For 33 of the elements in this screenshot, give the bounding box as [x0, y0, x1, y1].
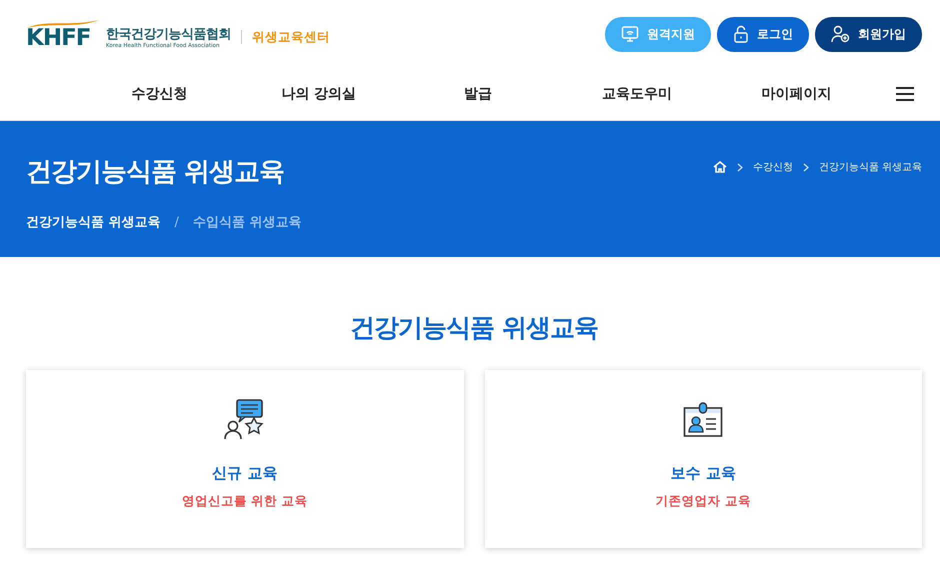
- join-button[interactable]: 회원가입: [815, 16, 922, 52]
- association-name: 한국건강기능식품협회: [106, 26, 231, 42]
- center-name: 위생교육센터: [252, 28, 330, 46]
- section-title: 건강기능식품 위생교육: [349, 312, 599, 344]
- menu-icon[interactable]: [896, 87, 914, 101]
- tab-separator: /: [174, 214, 179, 230]
- person-with-chat-and-star-icon: [224, 399, 266, 441]
- logo-swoosh-icon: [26, 18, 100, 28]
- nav-link[interactable]: 교육도우미: [558, 85, 717, 103]
- logo-mark: KHFF: [26, 26, 90, 50]
- nav-link[interactable]: 발급: [398, 85, 558, 103]
- tab[interactable]: 건강기능식품 위생교육: [26, 213, 161, 231]
- home-icon[interactable]: [712, 161, 727, 173]
- login-button[interactable]: 로그인: [717, 16, 809, 52]
- course-card[interactable]: 보수 교육 기존영업자 교육: [484, 370, 922, 548]
- chevron-icon: [736, 162, 743, 172]
- monitor-icon: [621, 25, 639, 43]
- nav-link[interactable]: 마이페이지: [716, 85, 876, 103]
- card-subtitle: 기존영업자 교육: [656, 493, 751, 510]
- card-subtitle: 영업신고를 위한 교육: [182, 493, 308, 510]
- page-title: 건강기능식품 위생교육: [26, 156, 284, 189]
- breadcrumb-link[interactable]: 건강기능식품 위생교육: [818, 160, 922, 174]
- nav-link[interactable]: 나의 강의실: [239, 85, 398, 103]
- nav-link[interactable]: 수강신청: [80, 85, 240, 103]
- chevron-icon: [802, 162, 809, 172]
- lock-icon: [733, 25, 749, 43]
- breadcrumb-link[interactable]: 수강신청: [752, 160, 793, 174]
- course-card[interactable]: 신규 교육 영업신고를 위한 교육: [26, 370, 464, 548]
- card-title: 보수 교육: [670, 464, 736, 483]
- card-title: 신규 교육: [212, 464, 278, 483]
- tab[interactable]: 수입식품 위생교육: [192, 213, 302, 231]
- add-user-icon: [831, 25, 850, 43]
- id-card-icon: [683, 402, 724, 438]
